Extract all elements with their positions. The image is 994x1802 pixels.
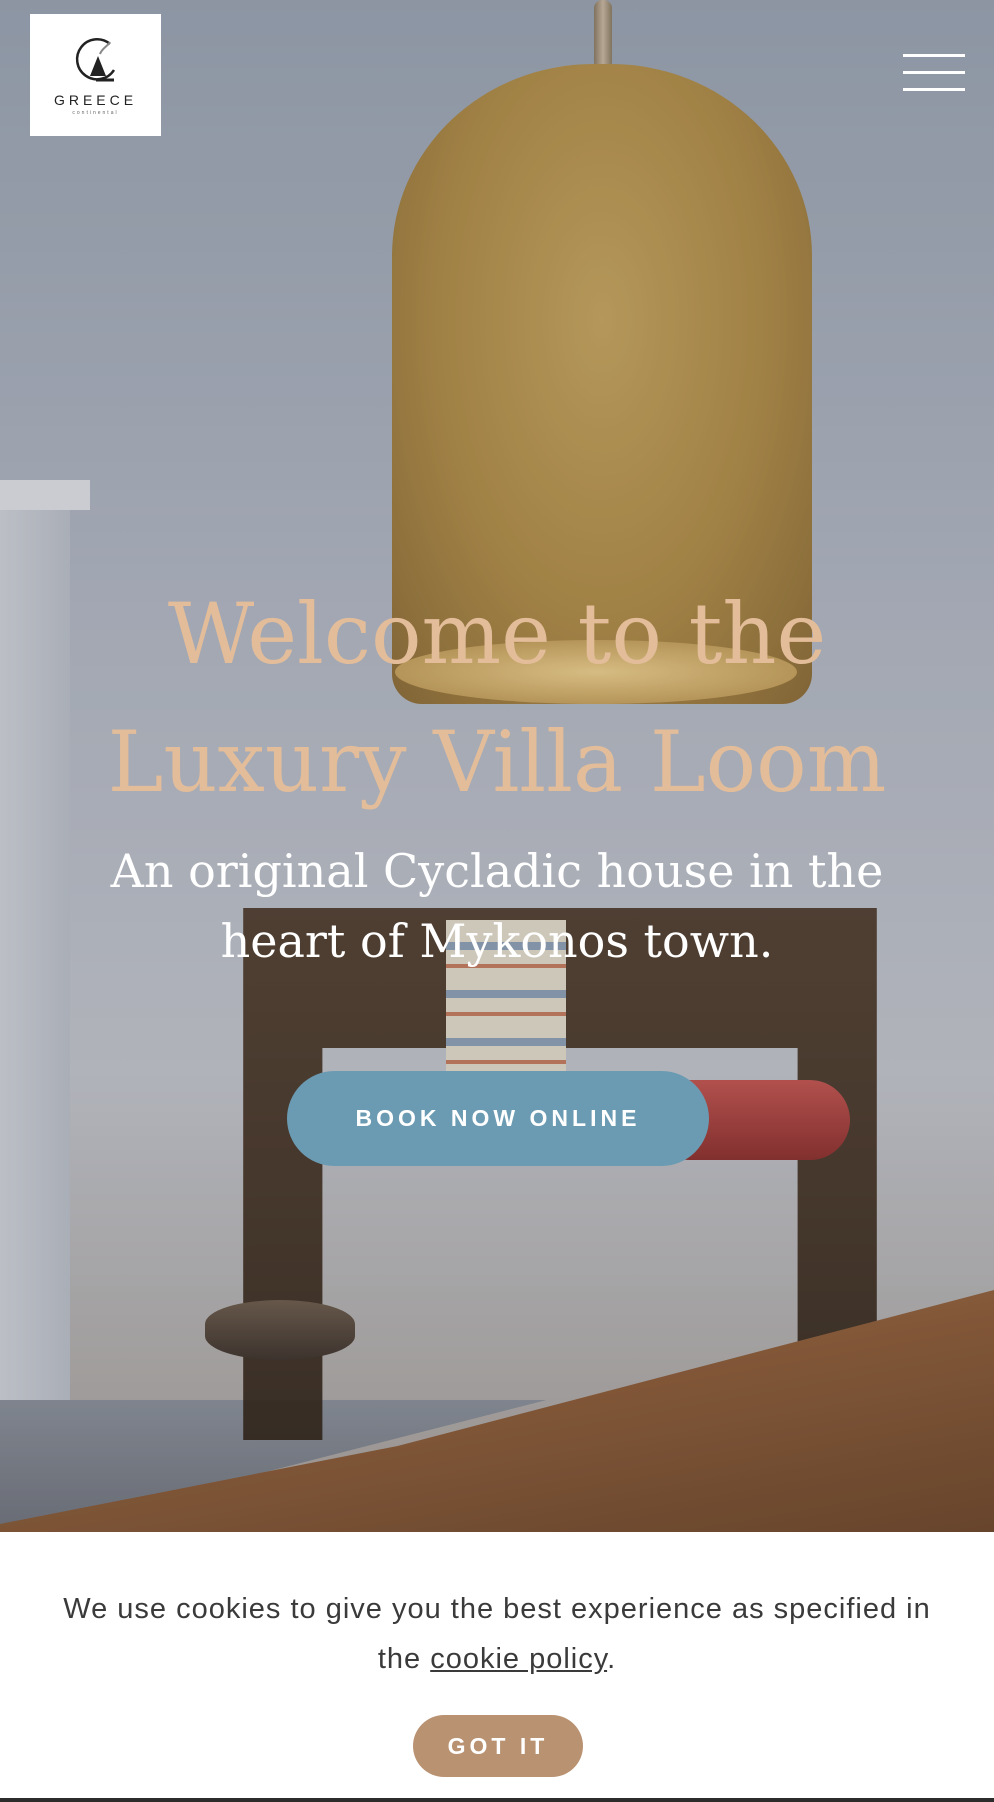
hamburger-menu-icon[interactable] <box>903 54 965 94</box>
cookie-message: We use cookies to give you the best expe… <box>60 1584 934 1684</box>
menu-line <box>903 54 965 57</box>
hero-subtitle: An original Cycladic house in the heart … <box>60 836 934 976</box>
hero-subtitle-line-1: An original Cycladic house in the <box>110 844 884 898</box>
menu-line <box>903 71 965 74</box>
logo-word: GREECE <box>53 92 138 108</box>
hero-section: GREECE continental Welcome to the Luxury… <box>0 0 994 1532</box>
hero-title-line-1: Welcome to the <box>167 585 827 683</box>
hero-title: Welcome to the Luxury Villa Loom <box>40 570 954 826</box>
logo-subtitle: continental <box>72 110 119 116</box>
cookie-message-end: . <box>607 1643 617 1675</box>
hero-title-line-2: Luxury Villa Loom <box>107 713 887 811</box>
bottom-edge <box>0 1798 994 1802</box>
hero-subtitle-line-2: heart of Mykonos town. <box>220 914 774 968</box>
cookie-banner: We use cookies to give you the best expe… <box>0 1532 994 1802</box>
greece-logo-icon <box>75 38 115 82</box>
got-it-button[interactable]: GOT IT <box>413 1715 583 1777</box>
site-logo[interactable]: GREECE continental <box>30 14 161 136</box>
cookie-policy-link[interactable]: cookie policy <box>430 1643 607 1675</box>
book-now-button[interactable]: BOOK NOW ONLINE <box>287 1071 709 1166</box>
menu-line <box>903 88 965 91</box>
